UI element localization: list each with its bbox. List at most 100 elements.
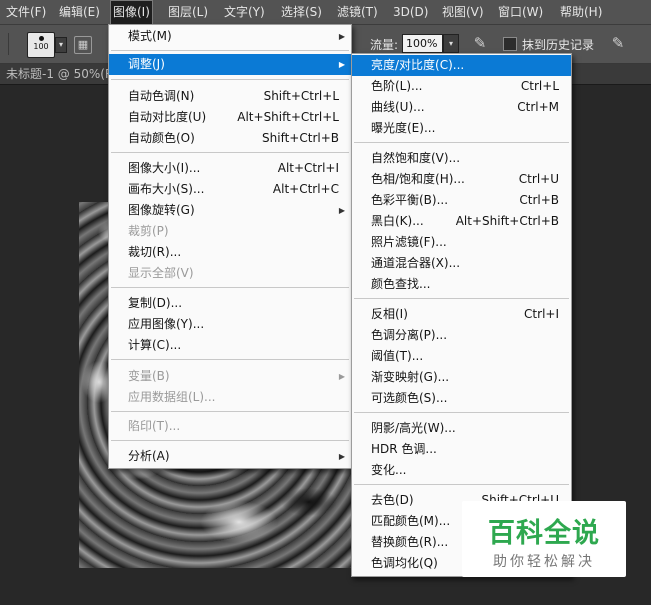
menu-item-label: 阈值(T)... (371, 349, 424, 363)
brush-preset-picker[interactable]: 100 (27, 32, 55, 58)
menu-item-auto-color[interactable]: 自动颜色(O) Shift+Ctrl+B (109, 128, 351, 149)
menu-item-label: 自然饱和度(V)... (371, 151, 461, 165)
menu-separator (111, 79, 349, 80)
menu-item-label: 匹配颜色(M)... (371, 514, 451, 528)
document-tab[interactable]: 未标题-1 @ 50%(R (6, 64, 113, 84)
brush-preset-dropdown[interactable]: ▾ (55, 37, 67, 53)
menu-view[interactable]: 视图(V) (440, 0, 486, 24)
menu-item-reveal-all[interactable]: 显示全部(V) (109, 263, 351, 284)
menu-item-image-rotation[interactable]: 图像旋转(G) ▶ (109, 200, 351, 221)
menu-item-hue-saturation[interactable]: 色相/饱和度(H)... Ctrl+U (352, 169, 571, 190)
menu-item-mode[interactable]: 模式(M) ▶ (109, 26, 351, 47)
menu-item-levels[interactable]: 色阶(L)... Ctrl+L (352, 76, 571, 97)
menu-item-curves[interactable]: 曲线(U)... Ctrl+M (352, 97, 571, 118)
submenu-arrow-icon: ▶ (338, 32, 345, 41)
menu-separator (111, 287, 349, 288)
brush-tip-icon (38, 36, 44, 41)
flow-dropdown[interactable]: ▾ (443, 34, 459, 53)
menu-item-label: 裁剪(P) (128, 224, 169, 238)
menu-item-label: 分析(A) (128, 449, 170, 463)
menu-item-shortcut: Ctrl+M (517, 100, 559, 114)
menu-item-crop[interactable]: 裁剪(P) (109, 221, 351, 242)
menu-3d[interactable]: 3D(D) (391, 0, 430, 24)
menu-layer[interactable]: 图层(L) (166, 0, 210, 24)
submenu-arrow-icon: ▶ (338, 206, 345, 215)
menu-item-label: 替换颜色(R)... (371, 535, 449, 549)
menu-item-label: 反相(I) (371, 307, 408, 321)
menu-item-analysis[interactable]: 分析(A) ▶ (109, 446, 351, 467)
menu-separator (111, 152, 349, 153)
brush-size-value: 100 (33, 42, 49, 51)
menu-item-image-size[interactable]: 图像大小(I)... Alt+Ctrl+I (109, 158, 351, 179)
menu-item-apply-data-set[interactable]: 应用数据组(L)... (109, 387, 351, 408)
menu-item-label: 应用图像(Y)... (128, 317, 205, 331)
menu-edit[interactable]: 编辑(E) (57, 0, 102, 24)
menu-item-photo-filter[interactable]: 照片滤镜(F)... (352, 232, 571, 253)
image-menu: 模式(M) ▶ 调整(J) ▶ 自动色调(N) Shift+Ctrl+L 自动对… (108, 24, 352, 469)
menu-item-apply-image[interactable]: 应用图像(Y)... (109, 314, 351, 335)
menu-item-trim[interactable]: 裁切(R)... (109, 242, 351, 263)
menu-item-label: 变化... (371, 463, 407, 477)
menu-item-label: 渐变映射(G)... (371, 370, 450, 384)
menu-help[interactable]: 帮助(H) (558, 0, 604, 24)
menu-item-shortcut: Alt+Shift+Ctrl+B (455, 214, 559, 228)
pressure-icon[interactable]: ✎ (608, 33, 628, 53)
menu-item-trap[interactable]: 陷印(T)... (109, 416, 351, 437)
erase-to-history-checkbox[interactable] (503, 37, 517, 51)
menu-item-label: 计算(C)... (128, 338, 182, 352)
menu-separator (354, 142, 569, 143)
menu-item-variables[interactable]: 变量(B) ▶ (109, 366, 351, 387)
menu-item-selective-color[interactable]: 可选颜色(S)... (352, 388, 571, 409)
menu-item-label: 自动色调(N) (128, 89, 195, 103)
menu-file[interactable]: 文件(F) (4, 0, 48, 24)
menu-item-brightness-contrast[interactable]: 亮度/对比度(C)... (352, 55, 571, 76)
menu-item-color-lookup[interactable]: 颜色查找... (352, 274, 571, 295)
menu-item-auto-tone[interactable]: 自动色调(N) Shift+Ctrl+L (109, 86, 351, 107)
menu-item-adjustments[interactable]: 调整(J) ▶ (109, 54, 351, 75)
menu-item-label: 颜色查找... (371, 277, 431, 291)
menu-image[interactable]: 图像(I) (110, 0, 153, 24)
menu-item-label: 曲线(U)... (371, 100, 425, 114)
menu-item-label: 陷印(T)... (128, 419, 181, 433)
menu-item-label: 曝光度(E)... (371, 121, 436, 135)
menu-type[interactable]: 文字(Y) (222, 0, 267, 24)
watermark-title: 百科全说 (488, 518, 600, 549)
menu-item-threshold[interactable]: 阈值(T)... (352, 346, 571, 367)
menu-separator (354, 484, 569, 485)
menu-item-hdr-toning[interactable]: HDR 色调... (352, 439, 571, 460)
erase-to-history-label: 抹到历史记录 (522, 38, 595, 52)
menu-item-canvas-size[interactable]: 画布大小(S)... Alt+Ctrl+C (109, 179, 351, 200)
menu-select[interactable]: 选择(S) (279, 0, 324, 24)
menu-item-shadows-highlights[interactable]: 阴影/高光(W)... (352, 418, 571, 439)
menu-item-duplicate[interactable]: 复制(D)... (109, 293, 351, 314)
menu-item-exposure[interactable]: 曝光度(E)... (352, 118, 571, 139)
menu-item-label: 变量(B) (128, 369, 170, 383)
menu-item-auto-contrast[interactable]: 自动对比度(U) Alt+Shift+Ctrl+L (109, 107, 351, 128)
menu-item-label: 图像大小(I)... (128, 161, 201, 175)
menu-item-black-white[interactable]: 黑白(K)... Alt+Shift+Ctrl+B (352, 211, 571, 232)
menu-separator (354, 298, 569, 299)
menu-separator (111, 440, 349, 441)
airbrush-icon[interactable]: ✎ (470, 33, 490, 53)
brush-panel-icon[interactable]: ▦ (74, 36, 92, 54)
menu-item-gradient-map[interactable]: 渐变映射(G)... (352, 367, 571, 388)
menu-item-shortcut: Alt+Ctrl+I (277, 161, 339, 175)
menu-item-channel-mixer[interactable]: 通道混合器(X)... (352, 253, 571, 274)
menu-item-vibrance[interactable]: 自然饱和度(V)... (352, 148, 571, 169)
submenu-arrow-icon: ▶ (338, 372, 345, 381)
menu-filter[interactable]: 滤镜(T) (335, 0, 380, 24)
menu-item-variations[interactable]: 变化... (352, 460, 571, 481)
menu-item-color-balance[interactable]: 色彩平衡(B)... Ctrl+B (352, 190, 571, 211)
menu-item-label: 调整(J) (128, 57, 165, 71)
menu-item-calculations[interactable]: 计算(C)... (109, 335, 351, 356)
menu-item-shortcut: Shift+Ctrl+B (262, 131, 339, 145)
menu-item-label: 色阶(L)... (371, 79, 423, 93)
menu-window[interactable]: 窗口(W) (496, 0, 545, 24)
menu-item-invert[interactable]: 反相(I) Ctrl+I (352, 304, 571, 325)
menu-item-posterize[interactable]: 色调分离(P)... (352, 325, 571, 346)
menu-item-label: 色相/饱和度(H)... (371, 172, 465, 186)
menu-item-shortcut: Alt+Shift+Ctrl+L (237, 110, 339, 124)
menu-item-shortcut: Ctrl+L (520, 79, 559, 93)
menu-item-label: 图像旋转(G) (128, 203, 195, 217)
flow-input[interactable]: 100% (402, 34, 443, 53)
